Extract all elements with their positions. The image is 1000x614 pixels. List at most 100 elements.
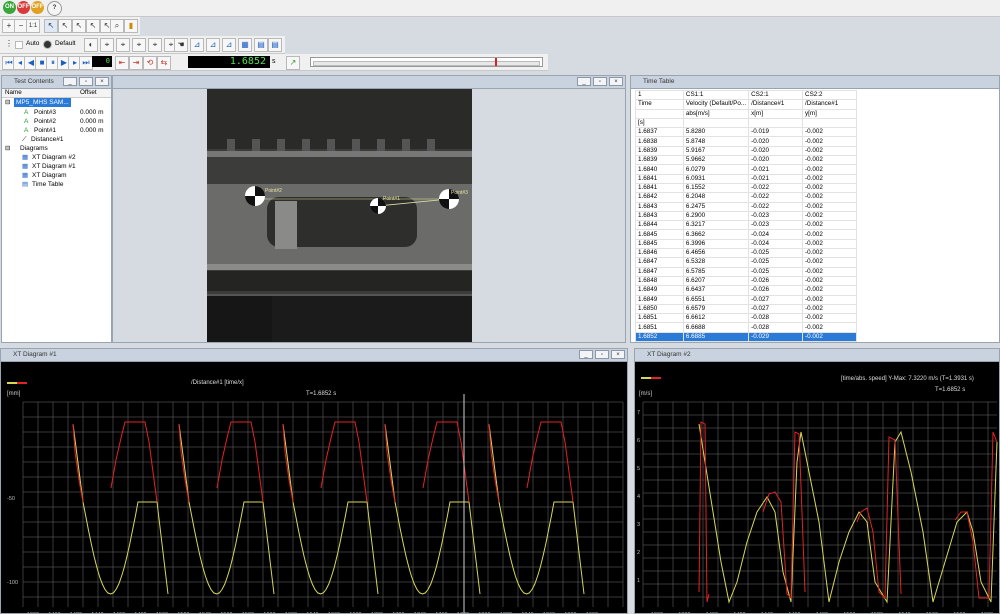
- default-radio[interactable]: [43, 40, 52, 49]
- pointer-move-icon[interactable]: ↖: [72, 19, 86, 33]
- table-row[interactable]: 1.6845 6.3662 -0.024 -0.002: [635, 229, 857, 240]
- chat-icon[interactable]: ?: [47, 1, 62, 16]
- table-row[interactable]: 1.6842 6.2048 -0.022 -0.002: [635, 192, 857, 203]
- tree-root[interactable]: ⊟ MP5_MHS SAM...: [2, 98, 111, 107]
- tree-point-2[interactable]: A Point#2 0.000 m: [2, 117, 111, 126]
- table-header-cell: [s]: [635, 117, 684, 129]
- table-cell: 6.3662: [682, 229, 750, 240]
- close-button[interactable]: ×: [611, 350, 625, 359]
- table-header-cell[interactable]: Time: [635, 99, 684, 110]
- tree-diagram-item[interactable]: ▦ XT Diagram: [2, 171, 111, 180]
- table-row[interactable]: 1.6846 6.4656 -0.025 -0.002: [635, 248, 857, 259]
- tree-diagram-item[interactable]: ▦ XT Diagram #1: [2, 162, 111, 171]
- table-icon[interactable]: ▦: [238, 38, 252, 52]
- xt1-cursor-label: T=1.6852 s: [306, 391, 336, 397]
- table-row[interactable]: 1.6837 5.8280 -0.019 -0.002: [635, 127, 857, 138]
- table-row[interactable]: 1.6847 6.5328 -0.025 -0.002: [635, 257, 857, 268]
- table-row[interactable]: 1.6850 6.6579 -0.027 -0.002: [635, 303, 857, 315]
- settings-icon[interactable]: ◐: [84, 38, 98, 52]
- table-cell: -0.026: [748, 275, 804, 287]
- table-row[interactable]: 1.6849 6.6551 -0.027 -0.002: [635, 294, 857, 305]
- table-header-cell[interactable]: /Distance#1: [748, 99, 804, 110]
- restore-button[interactable]: ▫: [79, 77, 93, 86]
- table-row[interactable]: 1.6839 5.9662 -0.020 -0.002: [635, 155, 857, 166]
- xt2-legend-yellow: [641, 377, 651, 379]
- table-row[interactable]: 1.6851 6.6688 -0.028 -0.002: [635, 322, 857, 333]
- table-row[interactable]: 1.6841 6.1552 -0.022 -0.002: [635, 182, 857, 194]
- mark-out-icon[interactable]: ⇥: [129, 56, 143, 70]
- mark-in-icon[interactable]: ⇤: [115, 56, 129, 70]
- table-row[interactable]: 1.6838 5.8748 -0.020 -0.002: [635, 136, 857, 147]
- table-header-cell[interactable]: Velocity (Default/Po...: [682, 99, 750, 110]
- tree-diagram-item[interactable]: ▦ XT Diagram #2: [2, 153, 111, 162]
- magnifier-icon[interactable]: ⌕: [110, 19, 124, 33]
- close-button[interactable]: ×: [95, 77, 109, 86]
- table-header-row: [s]: [635, 117, 857, 129]
- tool-icon-1[interactable]: ⌖: [100, 38, 114, 52]
- table-cell: -0.002: [802, 145, 857, 157]
- col-offset-header[interactable]: Offset: [80, 89, 97, 97]
- table-row[interactable]: 1.6843 6.2475 -0.022 -0.002: [635, 201, 857, 212]
- timeline-thumb[interactable]: [495, 58, 497, 66]
- table-header-cell[interactable]: /Distance#1: [802, 99, 857, 110]
- pointer-icon[interactable]: ↖: [44, 19, 58, 33]
- table-row[interactable]: 1.6844 6.3217 -0.023 -0.002: [635, 220, 857, 231]
- table-header-cell[interactable]: CS2:2: [802, 89, 857, 101]
- restore-button[interactable]: ▫: [593, 77, 607, 86]
- tool-icon-3[interactable]: ⌖: [132, 38, 146, 52]
- tool-icon-4[interactable]: ⌖: [148, 38, 162, 52]
- xt-diagram-icon-3[interactable]: ⊿: [222, 38, 236, 52]
- table-row[interactable]: 1.6847 6.5785 -0.025 -0.002: [635, 266, 857, 277]
- table-row[interactable]: 1.6849 6.6437 -0.026 -0.002: [635, 285, 857, 296]
- minimize-button[interactable]: _: [577, 77, 591, 86]
- on-status-icon[interactable]: ON: [3, 1, 16, 14]
- pointer-add-icon[interactable]: ↖: [58, 19, 72, 33]
- xt-diagram-icon-2[interactable]: ⊿: [206, 38, 220, 52]
- table-row[interactable]: 1.6839 5.9167 -0.020 -0.002: [635, 145, 857, 157]
- table-row[interactable]: 1.6840 6.0279 -0.021 -0.002: [635, 164, 857, 175]
- close-button[interactable]: ×: [609, 77, 623, 86]
- point-2-marker[interactable]: [245, 186, 265, 206]
- video-frame[interactable]: Point#2 Point#1 Point#3: [207, 89, 472, 343]
- goto-icon[interactable]: ↗: [286, 56, 300, 70]
- table-row[interactable]: 1.6841 6.0931 -0.021 -0.002: [635, 173, 857, 184]
- table-row[interactable]: 1.6852 6.6885 -0.029 -0.002: [635, 331, 857, 342]
- zoom-1-1-button[interactable]: 1:1: [26, 19, 40, 33]
- timeline-slider[interactable]: [310, 57, 543, 67]
- sync-icon[interactable]: ⇆: [157, 56, 171, 70]
- list-icon[interactable]: ▤: [268, 38, 282, 52]
- table-row[interactable]: 1.6848 6.6207 -0.026 -0.002: [635, 275, 857, 287]
- hand-icon[interactable]: ☚: [174, 38, 188, 52]
- last-frame-icon[interactable]: ⏭: [79, 56, 93, 70]
- restore-button[interactable]: ▫: [595, 350, 609, 359]
- off-status-icon-1[interactable]: OFF: [17, 1, 30, 14]
- minimize-button[interactable]: _: [63, 77, 77, 86]
- col-name-header[interactable]: Name: [5, 89, 22, 97]
- bar-chart-icon[interactable]: ▮: [124, 19, 138, 33]
- xt-diagram-1-plot[interactable]: 1380140014201440146014801500152015401560…: [1, 362, 627, 613]
- xt-diagram-2-plot[interactable]: 1360138014001420144014601480150015201540…: [635, 362, 999, 613]
- xt-diagram-icon[interactable]: ⊿: [190, 38, 204, 52]
- minimize-button[interactable]: _: [579, 350, 593, 359]
- xt1-y-tick-label: -50: [7, 496, 15, 502]
- table-cell: 1.6847: [635, 257, 684, 268]
- table-row[interactable]: 1.6851 6.6612 -0.028 -0.002: [635, 313, 857, 324]
- table-header-cell[interactable]: CS1:1: [682, 89, 750, 101]
- table-header-cell: [802, 117, 857, 129]
- tree-diagrams[interactable]: ⊟ Diagrams: [2, 144, 111, 153]
- tree-diagram-item[interactable]: ▤ Time Table: [2, 180, 111, 189]
- tool-icon-2[interactable]: ⌖: [116, 38, 130, 52]
- table-row[interactable]: 1.6843 6.2900 -0.023 -0.002: [635, 210, 857, 222]
- table-row[interactable]: 1.6845 6.3996 -0.024 -0.002: [635, 238, 857, 250]
- off-status-icon-2[interactable]: OFF: [31, 1, 44, 14]
- tree-point-3[interactable]: A Point#3 0.000 m: [2, 108, 111, 117]
- table-header-cell[interactable]: CS2:1: [748, 89, 804, 101]
- table-header-cell[interactable]: 1: [635, 89, 684, 101]
- auto-checkbox[interactable]: [15, 41, 23, 49]
- tree-distance[interactable]: ⟋ Distance#1: [2, 135, 111, 144]
- loop-icon[interactable]: ⟲: [143, 56, 157, 70]
- pointer-delete-icon[interactable]: ↖: [86, 19, 100, 33]
- tree-point-1[interactable]: A Point#1 0.000 m: [2, 126, 111, 135]
- point-3-label: Point#3: [451, 190, 468, 196]
- export-icon[interactable]: ▤: [254, 38, 268, 52]
